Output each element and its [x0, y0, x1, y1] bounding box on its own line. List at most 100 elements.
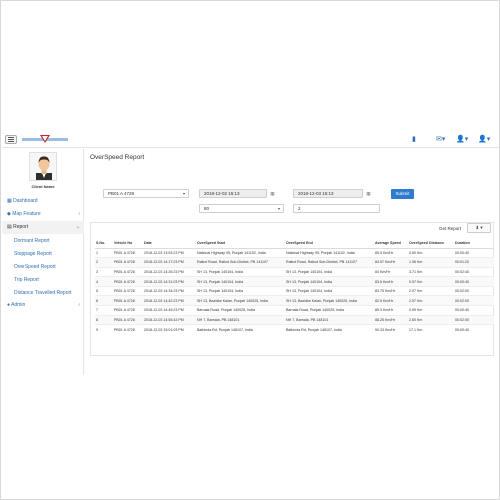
table-cell: 00:02:00: [454, 285, 494, 296]
table-row: 8 PB01 A 4728 2018-12-03 14:55:43 PM NH 7, …: [95, 314, 494, 325]
table-cell: 4: [95, 276, 113, 287]
table-cell: 82.5 Km/Hr: [374, 295, 408, 306]
table-cell: PB01 A 4728: [113, 257, 143, 268]
table-cell: 2018-12-03 14:17:23 PM: [143, 257, 196, 268]
table-cell: 84 Km/Hr: [374, 266, 408, 277]
to-date-value: 2018-12-03 15:13: [298, 191, 334, 196]
to-date-field[interactable]: 2018-12-03 15:13 ▦: [293, 189, 371, 198]
calendar-icon[interactable]: ▦: [268, 189, 277, 198]
dashboard-icon: ▦: [7, 198, 12, 204]
speed-select-value: 80: [204, 206, 210, 211]
table-cell: 00:00:40: [454, 247, 494, 258]
download-icon: ⬇ ▾: [475, 225, 483, 230]
table-cell: 2.57 Km: [408, 295, 454, 306]
table-cell: 3.71 Km: [408, 266, 454, 277]
menu-toggle-icon[interactable]: [5, 135, 17, 144]
table-body: 1 PB01 A 4728 2018-12-03 13:53:23 PM Nation…: [95, 247, 494, 335]
table-cell: 2018-12-03 14:26:23 PM: [143, 266, 196, 277]
column-header: OverSpeed Distance: [408, 239, 454, 249]
table-cell: 00:00:40: [454, 305, 494, 316]
calendar-icon[interactable]: ▦: [364, 189, 373, 198]
sidebar-item-dashboard[interactable]: ▦ Dashboard: [2, 195, 84, 208]
submit-button[interactable]: Submit: [391, 189, 414, 199]
profile-icon[interactable]: 👤▾: [478, 135, 490, 143]
table-cell: 9: [95, 324, 113, 335]
sidebar-subitem-overspeed-report[interactable]: OverSpeed Report: [2, 261, 84, 274]
table-cell: 00:00:40: [454, 276, 494, 287]
sidebar-item-admin[interactable]: ● Admin ‹: [2, 299, 84, 312]
from-date-field[interactable]: 2018-12-02 15:13 ▦: [199, 189, 275, 198]
sidebar-subitem-dormant-report[interactable]: Dormant Report: [2, 235, 84, 248]
table-cell: 8: [95, 314, 113, 325]
table-cell: PB01 A 4728: [113, 266, 143, 277]
table-cell: PB01 A 4728: [113, 324, 143, 335]
table-cell: 2: [95, 257, 113, 268]
device-icon[interactable]: ▮: [412, 135, 416, 143]
main-content: OverSpeed Report PB01 A 4728 ▾ 2018-12-0…: [85, 149, 499, 375]
table-cell: PB01 A 4728: [113, 305, 143, 316]
table-cell: SH 13, Punjab 140104, India: [196, 276, 285, 287]
table-cell: 2018-12-03 14:34:23 PM: [143, 285, 196, 296]
sidebar-item-map-feature[interactable]: ◆ Map Feature ‹: [2, 208, 84, 221]
table-cell: National Highway 95, Punjab 141102, Indi…: [285, 247, 374, 258]
page-frame: ▮ ✉▾ 👤▾ 👤▾ Client Name ▦ Dashboard ◆ Map…: [0, 0, 500, 500]
table-cell: PB01 A 4728: [113, 247, 143, 258]
table-cell: 2.60 Km: [408, 314, 454, 325]
table-cell: SH 13, Punjab 140104, India: [196, 285, 285, 296]
app-window: ▮ ✉▾ 👤▾ 👤▾ Client Name ▦ Dashboard ◆ Map…: [2, 131, 499, 375]
table-cell: PB01 A 4728: [113, 314, 143, 325]
report-icon: ▤: [7, 224, 12, 230]
table-cell: 2018-12-03 15:01:03 PM: [143, 324, 196, 335]
sidebar-item-label: Dashboard: [13, 198, 38, 204]
top-bar: ▮ ✉▾ 👤▾ 👤▾: [2, 131, 499, 148]
sidebar-subitem-trip-report[interactable]: Trip Report: [2, 274, 84, 287]
download-dropdown-button[interactable]: ⬇ ▾: [467, 223, 491, 233]
table-cell: Raikot Road, Raikot Sub-District, PB 141…: [285, 257, 374, 268]
table-cell: 0.60 Km: [408, 247, 454, 258]
table-cell: NH 7, Barnala, PB 148101: [285, 314, 374, 325]
table-cell: SH 13, Bazidke Kalan, Punjab 140025, Ind…: [285, 295, 374, 306]
table-header-row: S.No. Vehicle No Date OverSpeed Start Ov…: [95, 239, 494, 249]
page-title: OverSpeed Report: [90, 154, 145, 161]
table-cell: 84.57 Km/Hr: [374, 257, 408, 268]
table-cell: 2018-12-03 14:49:23 PM: [143, 305, 196, 316]
table-cell: 6: [95, 295, 113, 306]
sidebar-item-report[interactable]: ▤ Report ⌄: [2, 221, 84, 234]
sidebar-subitem-stoppage-report[interactable]: Stoppage Report: [2, 248, 84, 261]
mail-icon[interactable]: ✉▾: [436, 135, 445, 143]
table-cell: 1.96 Km: [408, 257, 454, 268]
table-cell: Barnala Road, Punjab 140025, India: [285, 305, 374, 316]
table-cell: 83.6 Km/Hr: [374, 276, 408, 287]
chevron-down-icon: ⌄: [75, 224, 80, 230]
overspeed-table: S.No. Vehicle No Date OverSpeed Start Ov…: [95, 239, 494, 335]
get-report-label: Get Report: [439, 226, 462, 231]
users-icon[interactable]: 👤▾: [456, 135, 468, 143]
table-cell: SH 13, Punjab 140104, India: [196, 266, 285, 277]
table-cell: PB01 A 4728: [113, 295, 143, 306]
table-cell: Bathinda Rd, Punjab 148107, India: [285, 324, 374, 335]
table-cell: 85.5 Km/Hr: [374, 247, 408, 258]
avatar: [29, 152, 57, 181]
table-row: 1 PB01 A 4728 2018-12-03 13:53:23 PM Nation…: [95, 247, 494, 258]
table-row: 9 PB01 A 4728 2018-12-03 15:01:03 PM Bathin…: [95, 324, 494, 335]
table-row: 4 PB01 A 4728 2018-12-03 14:31:03 PM SH 13,…: [95, 276, 494, 287]
column-header: Date: [143, 239, 196, 249]
column-header: Duration: [454, 239, 494, 249]
table-cell: 00:02:00: [454, 314, 494, 325]
duration-input[interactable]: 2: [293, 204, 380, 213]
table-cell: Barnala Road, Punjab 140025, India: [196, 305, 285, 316]
table-row: 6 PB01 A 4728 2018-12-03 14:42:23 PM SH 13,…: [95, 295, 494, 306]
table-cell: 0.97 Km: [408, 276, 454, 287]
sidebar-item-label: Admin: [11, 302, 26, 308]
table-cell: 2018-12-03 13:53:23 PM: [143, 247, 196, 258]
vehicle-select[interactable]: PB01 A 4728 ▾: [103, 189, 189, 198]
table-cell: 0.69 Km: [408, 305, 454, 316]
map-marker-icon: ◆: [7, 211, 11, 217]
column-header: Average Speed: [374, 239, 408, 249]
table-cell: PB01 A 4728: [113, 285, 143, 296]
table-cell: 2018-12-03 14:31:03 PM: [143, 276, 196, 287]
speed-select[interactable]: 80 ▾: [199, 204, 284, 213]
table-cell: 00:01:20: [454, 257, 494, 268]
table-cell: 5: [95, 285, 113, 296]
table-cell: NH 7, Barnala, PB 148101: [196, 314, 285, 325]
